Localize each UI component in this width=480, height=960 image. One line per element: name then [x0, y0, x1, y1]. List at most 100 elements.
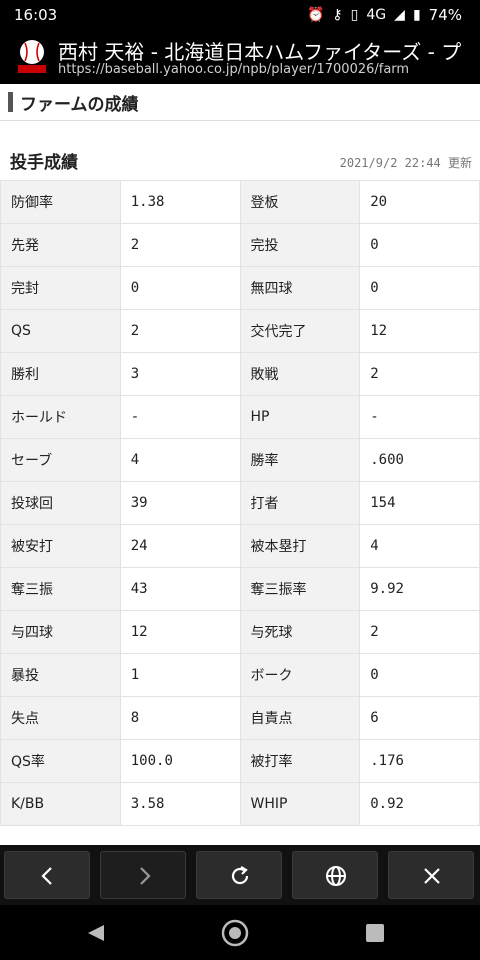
network-type: 4G [366, 7, 387, 23]
stats-row: 失点 8 自責点 6 [0, 696, 480, 740]
stat-value: 154 [359, 481, 480, 525]
stat-label: 投球回 [0, 481, 121, 525]
alarm-icon: ⏰ [306, 7, 325, 23]
stats-row: 被安打 24 被本塁打 4 [0, 524, 480, 568]
browser-toolbar [0, 845, 480, 905]
battery-icon: ▮ [412, 7, 421, 23]
stat-label: 失点 [0, 696, 121, 740]
status-time: 16:03 [14, 6, 58, 24]
stat-value: 100.0 [119, 739, 241, 783]
stat-value: 8 [119, 696, 241, 740]
stat-label: HP [239, 395, 361, 439]
stat-value: 24 [119, 524, 241, 568]
web-page: ファームの成績 投手成績 2021/9/2 22:44 更新 防御率 1.38 登板… [0, 84, 480, 845]
stat-label: WHIP [239, 782, 361, 826]
stat-value: 0 [359, 223, 480, 267]
close-button[interactable] [388, 851, 474, 899]
stat-value: 0 [359, 266, 480, 310]
stats-row: 勝利 3 敗戦 2 [0, 352, 480, 396]
farm-section-header: ファームの成績 [0, 84, 480, 121]
stat-value: 0.92 [359, 782, 480, 826]
stat-value: 2 [359, 610, 480, 654]
stat-label: K/BB [0, 782, 121, 826]
stat-label: 敗戦 [239, 352, 361, 396]
stat-value: 3 [119, 352, 241, 396]
stats-row: QS率 100.0 被打率 .176 [0, 739, 480, 783]
forward-icon [140, 867, 151, 885]
nav-home-icon[interactable] [221, 919, 249, 947]
back-button[interactable] [4, 851, 90, 899]
stats-row: K/BB 3.58 WHIP 0.92 [0, 782, 480, 826]
stat-value: 2 [359, 352, 480, 396]
stat-value: 0 [359, 653, 480, 697]
stat-label: ボーク [239, 653, 361, 697]
stat-label: 交代完了 [239, 309, 361, 353]
stat-value: 12 [119, 610, 241, 654]
stat-label: 被本塁打 [239, 524, 361, 568]
stat-value: 2 [119, 223, 241, 267]
stat-value: .600 [359, 438, 480, 482]
status-bar: 16:03 ⏰ ⚷ ▯ 4G ◢ ▮ 74% [0, 0, 480, 32]
stat-value: 2 [119, 309, 241, 353]
key-icon: ⚷ [332, 7, 343, 23]
stat-value: 12 [359, 309, 480, 353]
stats-row: 与四球 12 与死球 2 [0, 610, 480, 654]
reload-button[interactable] [196, 851, 282, 899]
browser-title-bar: 西村 天裕 - 北海道日本ハムファイターズ - プ https://baseba… [0, 32, 480, 84]
stat-label: 与死球 [239, 610, 361, 654]
globe-button[interactable] [292, 851, 378, 899]
stats-row: 投球回 39 打者 154 [0, 481, 480, 525]
close-icon [424, 868, 440, 884]
updated-timestamp: 2021/9/2 22:44 更新 [339, 156, 472, 170]
stat-label: 被打率 [239, 739, 361, 783]
farm-section-title: ファームの成績 [20, 95, 139, 115]
nav-recents-icon[interactable] [366, 924, 384, 942]
stat-value: .176 [359, 739, 480, 783]
stat-label: 奪三振率 [239, 567, 361, 611]
stat-value: - [119, 395, 241, 439]
stat-label: 被安打 [0, 524, 121, 568]
stats-row: 完封 0 無四球 0 [0, 266, 480, 310]
stats-row: QS 2 交代完了 12 [0, 309, 480, 353]
stat-value: 20 [359, 180, 480, 224]
stat-value: 6 [359, 696, 480, 740]
page-title: 西村 天裕 - 北海道日本ハムファイターズ - プ [58, 40, 462, 64]
battery-percent: 74% [428, 6, 462, 24]
stat-label: 完投 [239, 223, 361, 267]
stat-label: 無四球 [239, 266, 361, 310]
stat-label: 防御率 [0, 180, 121, 224]
system-nav-bar [0, 905, 480, 960]
stat-value: 43 [119, 567, 241, 611]
stat-label: 勝利 [0, 352, 121, 396]
status-icons: ⏰ ⚷ ▯ 4G ◢ ▮ 74% [307, 6, 462, 24]
globe-icon [326, 866, 346, 886]
stat-label: 与四球 [0, 610, 121, 654]
section-marker [8, 92, 13, 112]
stat-label: QS [0, 309, 121, 353]
nav-back-icon[interactable] [86, 923, 106, 943]
stat-label: 奪三振 [0, 567, 121, 611]
reload-icon [231, 866, 249, 885]
stat-label: QS率 [0, 739, 121, 783]
stat-value: - [359, 395, 480, 439]
forward-button[interactable] [100, 851, 186, 899]
stat-label: ホールド [0, 395, 121, 439]
pitching-title: 投手成績 [10, 153, 78, 173]
stats-row: 奪三振 43 奪三振率 9.92 [0, 567, 480, 611]
stats-row: 暴投 1 ボーク 0 [0, 653, 480, 697]
stat-label: 勝率 [239, 438, 361, 482]
stat-label: 暴投 [0, 653, 121, 697]
stat-value: 0 [119, 266, 241, 310]
stat-value: 1.38 [119, 180, 241, 224]
stat-label: 完封 [0, 266, 121, 310]
stats-row: ホールド - HP - [0, 395, 480, 439]
stat-value: 4 [119, 438, 241, 482]
stats-row: セーブ 4 勝率 .600 [0, 438, 480, 482]
stat-label: 先発 [0, 223, 121, 267]
stat-label: 登板 [239, 180, 361, 224]
pitching-stats-table: 防御率 1.38 登板 20 先発 2 完投 0 完封 0 無四球 0 QS 2 交代完了 12 勝利 3 敗戦 2 ホ… [0, 180, 480, 826]
page-url[interactable]: https://baseball.yahoo.co.jp/npb/player/… [58, 62, 409, 77]
stat-value: 3.58 [119, 782, 241, 826]
stat-value: 4 [359, 524, 480, 568]
stat-label: 打者 [239, 481, 361, 525]
